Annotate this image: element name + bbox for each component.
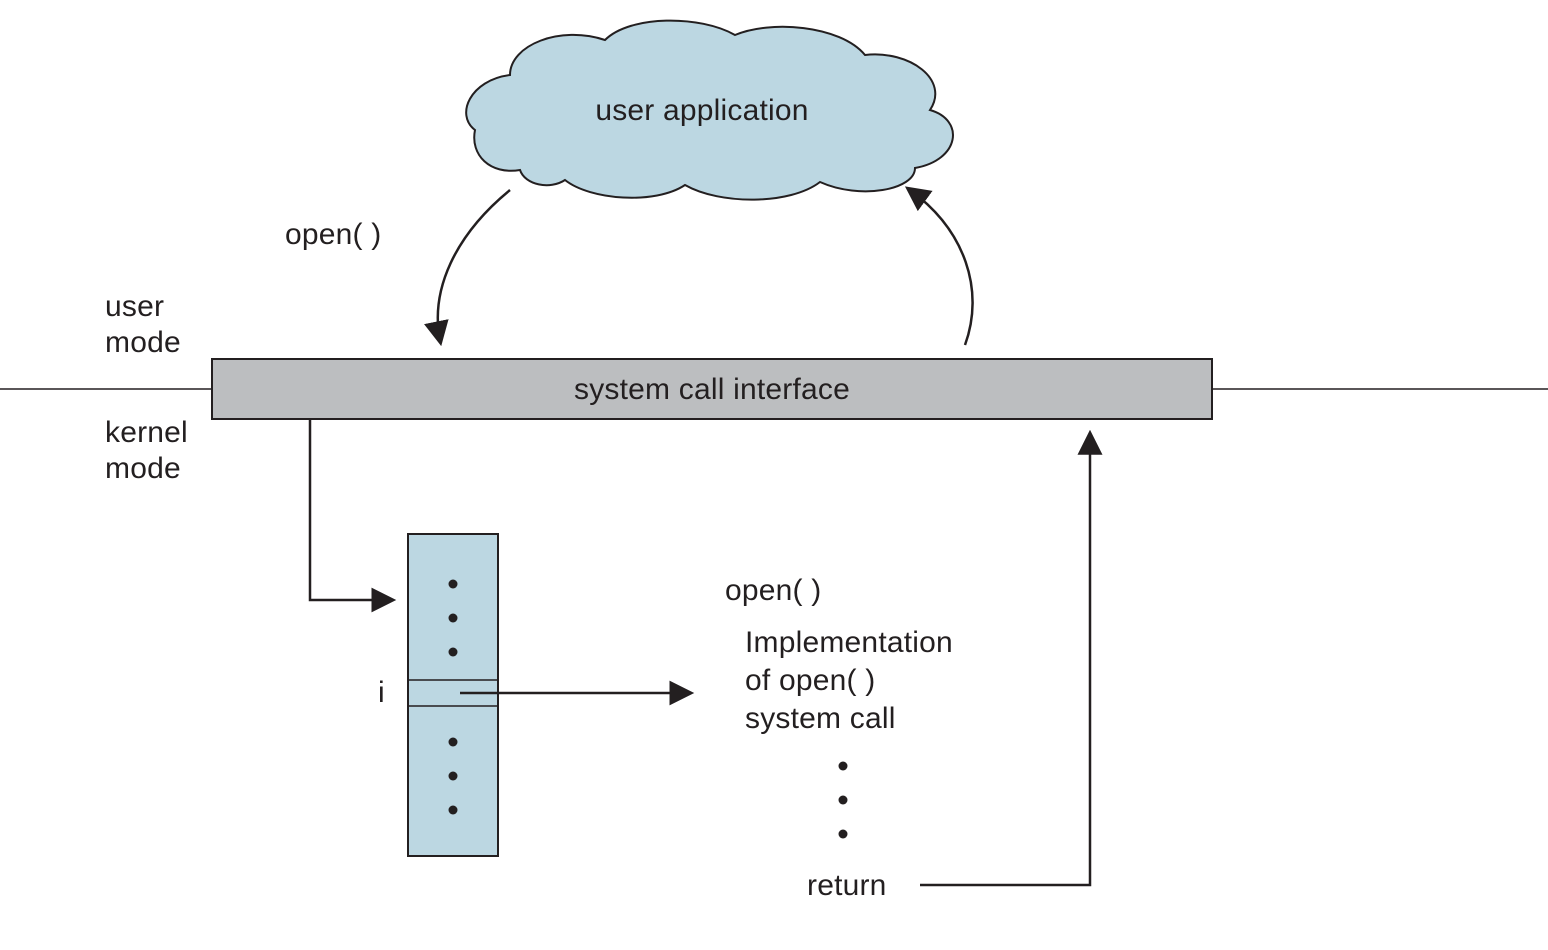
kernel-mode-label-2: mode (105, 452, 181, 485)
table-dot (449, 580, 458, 589)
arrow-return-to-interface (920, 436, 1090, 885)
table-dot (449, 614, 458, 623)
table-dot (449, 648, 458, 657)
impl-dot (839, 762, 848, 771)
impl-line-3: system call (745, 702, 896, 735)
impl-line-1: Implementation (745, 626, 953, 659)
return-label: return (807, 869, 887, 902)
user-application-label: user application (595, 94, 808, 127)
impl-line-2: of open( ) (745, 664, 875, 697)
kernel-mode-label-1: kernel (105, 416, 188, 449)
syscall-table-index-label: i (378, 676, 385, 709)
table-dot (449, 772, 458, 781)
syscall-diagram: system call interface user mode kernel m… (0, 0, 1548, 950)
arrow-interface-to-table (310, 420, 390, 600)
system-call-interface-label: system call interface (574, 373, 850, 406)
arrow-app-to-interface (438, 190, 510, 340)
arrow-interface-to-app (910, 190, 973, 345)
table-dot (449, 806, 458, 815)
table-dot (449, 738, 458, 747)
user-mode-label-2: mode (105, 326, 181, 359)
impl-open-header: open( ) (725, 574, 821, 607)
impl-dot (839, 796, 848, 805)
open-call-label: open( ) (285, 218, 381, 251)
impl-dot (839, 830, 848, 839)
user-mode-label-1: user (105, 290, 164, 323)
